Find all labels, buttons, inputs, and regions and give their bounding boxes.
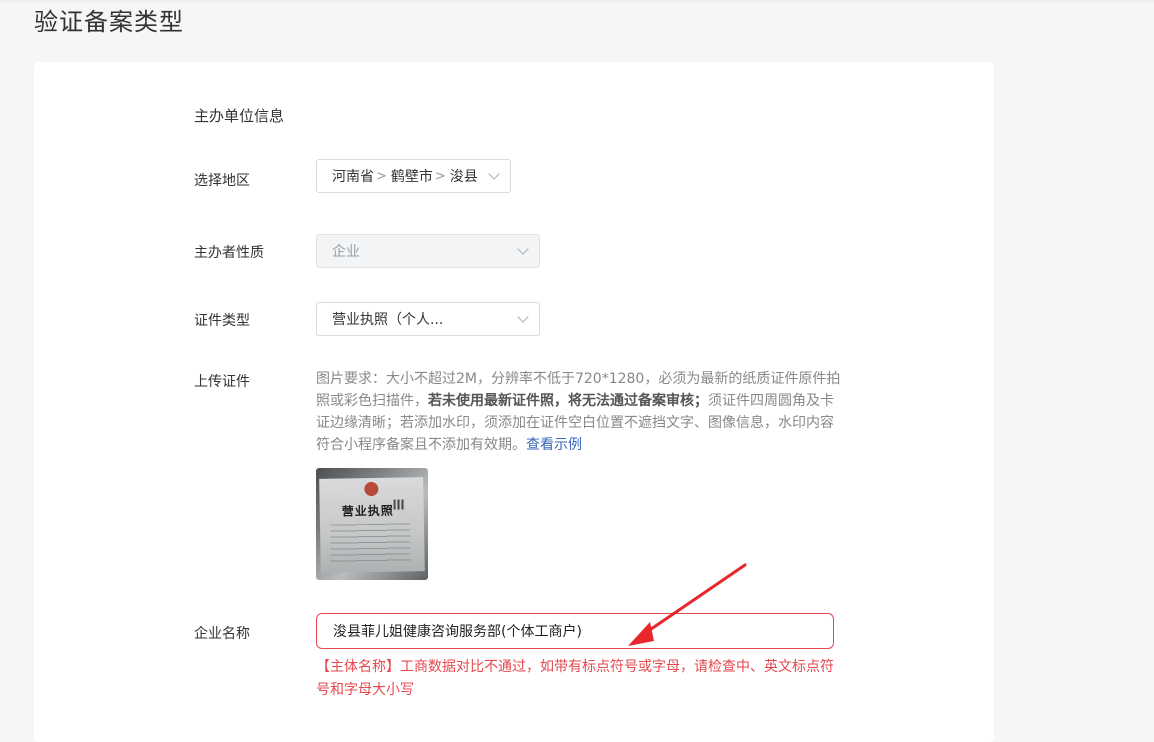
certificate-type-label: 证件类型 bbox=[194, 313, 250, 329]
certificate-type-select[interactable]: 营业执照（个人... bbox=[316, 302, 540, 336]
certificate-title: 营业执照 bbox=[341, 503, 394, 519]
company-name-input[interactable]: 浚县菲儿姐健康咨询服务部(个体工商户) bbox=[316, 613, 834, 649]
upload-requirements: 图片要求：大小不超过2M，分辨率不低于720*1280，必须为最新的纸质证件原件… bbox=[316, 368, 841, 456]
region-province: 河南省 bbox=[332, 169, 374, 185]
form-card: 主办单位信息 选择地区 河南省 > 鹤壁市 > 浚县 主办者性质 企业 证件类型… bbox=[34, 62, 994, 742]
upload-label: 上传证件 bbox=[194, 374, 250, 390]
region-separator: > bbox=[434, 168, 446, 184]
organizer-type-label: 主办者性质 bbox=[194, 245, 264, 261]
requirements-warning: 若未使用最新证件照，将无法通过备案审核； bbox=[428, 393, 708, 409]
region-label: 选择地区 bbox=[194, 173, 250, 189]
chevron-down-icon bbox=[517, 243, 529, 255]
organizer-type-select: 企业 bbox=[316, 234, 540, 268]
uploaded-certificate-thumbnail[interactable]: 营业执照 bbox=[316, 468, 428, 580]
company-name-error: 【主体名称】工商数据对比不通过，如带有标点符号或字母，请检查中、英文标点符号和字… bbox=[316, 659, 834, 698]
chevron-down-icon bbox=[517, 311, 529, 323]
company-name-value: 浚县菲儿姐健康咨询服务部(个体工商户) bbox=[333, 624, 582, 640]
region-separator: > bbox=[376, 168, 387, 184]
region-county: 浚县 bbox=[449, 169, 478, 185]
company-name-label: 企业名称 bbox=[194, 626, 250, 642]
page-title: 验证备案类型 bbox=[34, 8, 184, 36]
organizer-type-value: 企业 bbox=[332, 244, 360, 260]
certificate-text-lines bbox=[329, 523, 411, 565]
chevron-down-icon bbox=[488, 168, 500, 180]
national-emblem-icon bbox=[364, 481, 379, 497]
certificate-type-value: 营业执照（个人... bbox=[332, 312, 444, 328]
region-select[interactable]: 河南省 > 鹤壁市 > 浚县 bbox=[316, 159, 511, 193]
qr-code-icon bbox=[393, 499, 404, 510]
view-example-link[interactable]: 查看示例 bbox=[526, 437, 582, 453]
certificate-document: 营业执照 bbox=[319, 477, 425, 573]
region-city: 鹤壁市 bbox=[390, 169, 433, 185]
section-title: 主办单位信息 bbox=[194, 107, 285, 125]
